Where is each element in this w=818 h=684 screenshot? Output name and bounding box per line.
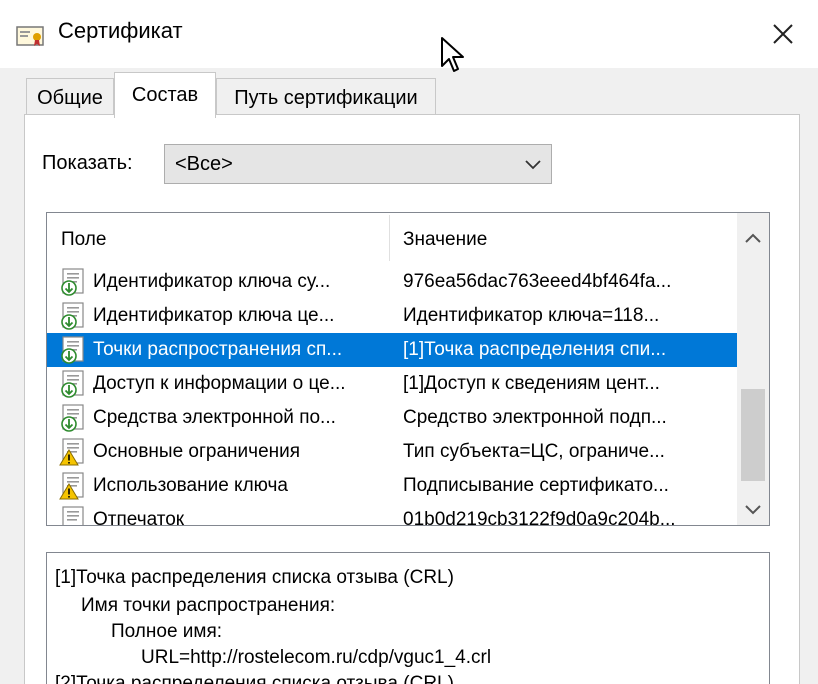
row-value: Средство электронной подп...: [403, 407, 667, 428]
row-value: 01b0d219cb3122f9d0a9c204b...: [403, 509, 676, 525]
row-value: 976ea56dac763eeed4bf464fa...: [403, 271, 672, 292]
show-dropdown[interactable]: <Все>: [164, 144, 552, 184]
cert-property-icon: [62, 506, 84, 525]
row-value: Подписывание сертификато...: [403, 475, 669, 496]
window-title: Сертификат: [58, 18, 183, 43]
tab-strip: Общие Состав Путь сертификации: [0, 68, 818, 118]
row-value: [1]Доступ к сведениям цент...: [403, 373, 660, 394]
cert-extension-icon: [61, 336, 84, 364]
row-value: Идентификатор ключа=118...: [403, 305, 660, 326]
row-field: Идентификатор ключа су...: [93, 271, 331, 292]
close-icon[interactable]: [760, 12, 806, 56]
row-field: Идентификатор ключа це...: [93, 305, 335, 326]
table-row[interactable]: Доступ к информации о це... [1]Доступ к с…: [47, 367, 737, 401]
detail-line: URL=http://rostelecom.ru/cdp/vguc1_4.crl: [141, 647, 492, 668]
column-header-field[interactable]: Поле: [61, 229, 106, 251]
detail-line: Имя точки распространения:: [81, 595, 336, 616]
table-row[interactable]: Основные ограничения Тип субъекта=ЦС, огр…: [47, 435, 737, 469]
table-row[interactable]: Средства электронной по... Средство элект…: [47, 401, 737, 435]
row-field: Использование ключа: [93, 475, 288, 496]
show-dropdown-value: <Все>: [175, 153, 233, 175]
tab-certification-path[interactable]: Путь сертификации: [216, 78, 436, 116]
detail-line: [1]Точка распределения списка отзыва (CR…: [55, 567, 454, 588]
table-row[interactable]: Использование ключа Подписывание сертифик…: [47, 469, 737, 503]
fields-list[interactable]: Поле Значение Идентификатор ключа су... 9…: [46, 212, 770, 526]
list-header: Поле Значение: [47, 213, 737, 263]
warning-icon: [59, 472, 84, 500]
detail-textbox[interactable]: [1]Точка распределения списка отзыва (CR…: [46, 552, 770, 684]
detail-line: [2]Точка распределения списка отзыва (CR…: [55, 673, 454, 684]
table-row[interactable]: Отпечаток 01b0d219cb3122f9d0a9c204b...: [47, 503, 737, 525]
detail-line: Полное имя:: [111, 621, 223, 642]
row-field: Доступ к информации о це...: [93, 373, 346, 394]
certificate-icon: [16, 26, 44, 46]
cert-extension-icon: [61, 302, 84, 330]
certificate-dialog: Сертификат Общие Состав Путь сертификаци…: [0, 0, 818, 684]
show-label: Показать:: [42, 152, 133, 174]
list-scrollbar[interactable]: [737, 213, 769, 525]
row-value: [1]Точка распределения спи...: [403, 339, 667, 360]
table-row[interactable]: Идентификатор ключа це... Идентификатор к…: [47, 299, 737, 333]
table-row[interactable]: Точки распространения сп... [1]Точка расп…: [47, 333, 737, 367]
list-rows: Идентификатор ключа су... 976ea56dac763ee…: [47, 263, 737, 525]
cert-extension-icon: [61, 268, 84, 296]
scrollbar-thumb[interactable]: [741, 389, 765, 481]
title-bar: Сертификат: [0, 0, 818, 72]
column-separator[interactable]: [389, 215, 390, 261]
chevron-down-icon: [525, 160, 541, 170]
cert-extension-icon: [61, 404, 84, 432]
warning-icon: [59, 438, 84, 466]
row-field: Основные ограничения: [93, 441, 301, 462]
table-row[interactable]: Идентификатор ключа су... 976ea56dac763ee…: [47, 265, 737, 299]
row-field: Отпечаток: [93, 509, 185, 525]
row-field: Средства электронной по...: [93, 407, 336, 428]
row-value: Тип субъекта=ЦС, ограниче...: [403, 441, 665, 462]
tab-general[interactable]: Общие: [26, 78, 114, 116]
chevron-down-icon[interactable]: [737, 495, 769, 525]
cert-extension-icon: [61, 370, 84, 398]
tab-details[interactable]: Состав: [114, 72, 216, 118]
row-field: Точки распространения сп...: [93, 339, 343, 360]
column-header-value[interactable]: Значение: [403, 229, 487, 251]
chevron-up-icon[interactable]: [737, 223, 769, 253]
